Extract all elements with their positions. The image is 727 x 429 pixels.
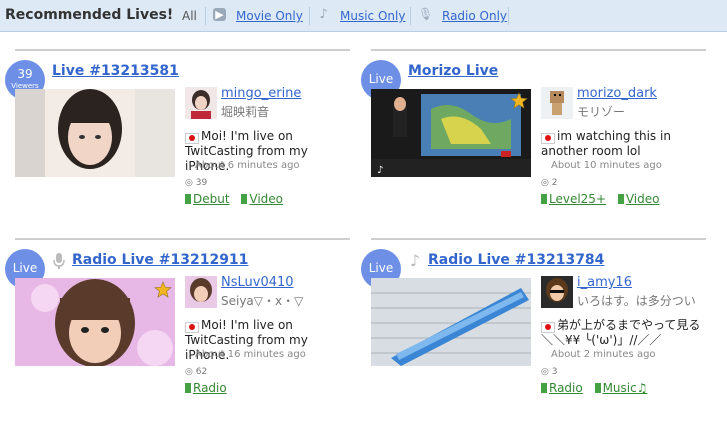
avatar[interactable] [541, 276, 573, 308]
screen-name: Seiya▽・x・▽ [221, 294, 304, 308]
live-thumbnail[interactable]: ♪ [371, 89, 531, 177]
viewer-count-value: 3 [551, 367, 558, 377]
tag-list: Level25+ Video [541, 192, 667, 206]
tag-list: Debut Video [185, 192, 291, 206]
timestamp: About 16 minutes ago [195, 349, 306, 360]
timestamp: About 6 minutes ago [195, 160, 300, 171]
badge-label: Live [12, 261, 38, 275]
tag-label: Video [625, 192, 660, 206]
star-icon [154, 281, 172, 298]
live-title-link[interactable]: Radio Live #13213784 [428, 252, 604, 268]
avatar[interactable] [541, 87, 573, 119]
bookmark-icon [541, 194, 547, 204]
live-title-link[interactable]: Live #13213581 [52, 63, 179, 79]
card-divider [371, 238, 706, 240]
timestamp: About 2 minutes ago [551, 349, 656, 360]
svg-text:♪: ♪ [377, 165, 383, 176]
viewer-count: ◎ 3 [541, 367, 557, 377]
movie-icon: ▶ [213, 8, 226, 21]
tag-link[interactable]: Video [617, 192, 660, 206]
tag-label: Radio [549, 381, 583, 395]
star-icon [510, 92, 528, 109]
viewers-icon: ◎ [185, 367, 196, 377]
viewers-icon: ◎ [541, 178, 552, 188]
username-link[interactable]: morizo_dark [577, 86, 657, 101]
live-card: Live Radio Live #13212911 NsLuv0410 Seiy… [5, 238, 350, 418]
tag-link[interactable]: Video [241, 192, 283, 206]
tag-link[interactable]: Music♫ [594, 381, 648, 395]
viewer-count-value: 39 [195, 178, 208, 188]
screen-name: モリゾー [577, 105, 626, 119]
tag-link[interactable]: Radio [185, 381, 227, 395]
live-title-link[interactable]: Morizo Live [408, 63, 498, 79]
viewer-count: ◎ 62 [185, 367, 207, 377]
live-card: Live ♪ Radio Live #13213784 i_amy16 いろはす… [361, 238, 706, 418]
tab-divider [205, 7, 206, 25]
tag-link[interactable]: Level25+ [541, 192, 606, 206]
viewer-count-value: 62 [195, 367, 208, 377]
badge-number: 39 [17, 67, 33, 81]
bookmark-icon [617, 194, 624, 204]
screen-name: いろはす。は多分つい [577, 294, 696, 308]
tab-radio-only[interactable]: Radio Only [442, 9, 507, 23]
tag-label: Video [249, 192, 284, 206]
bookmark-icon [541, 383, 547, 393]
username-link[interactable]: NsLuv0410 [221, 275, 294, 290]
tag-list: Radio [185, 381, 235, 395]
avatar[interactable] [185, 87, 217, 119]
bookmark-icon [241, 194, 248, 204]
tag-label: Debut [193, 192, 230, 206]
card-divider [15, 238, 350, 240]
bookmark-icon [185, 383, 191, 393]
username-link[interactable]: mingo_erine [221, 86, 301, 101]
viewer-count: ◎ 2 [541, 178, 557, 188]
card-divider [371, 49, 706, 51]
music-note-icon: ♪ [409, 251, 421, 270]
tab-divider [309, 7, 310, 25]
page-title: Recommended Lives! [5, 7, 174, 23]
microphone-icon [52, 252, 66, 270]
tag-label: Radio [193, 381, 227, 395]
tag-link[interactable]: Debut [185, 192, 230, 206]
live-thumbnail[interactable] [371, 278, 531, 366]
tag-label: Level25+ [549, 192, 606, 206]
live-message: 弟が上がるまでやって見る＼＼¥¥ ╰('ω')」//／／ [541, 318, 701, 347]
timestamp: About 10 minutes ago [551, 160, 662, 171]
header-bar: Recommended Lives! All ▶ Movie Only ♪ Mu… [0, 0, 727, 32]
tab-divider [508, 7, 509, 25]
bookmark-icon [185, 194, 191, 204]
viewer-count: ◎ 39 [185, 178, 207, 188]
live-card: Live Morizo Live ♪ morizo_dark モリゾー im w… [361, 49, 706, 229]
live-thumbnail[interactable] [15, 89, 175, 177]
bookmark-icon [594, 383, 601, 393]
username-link[interactable]: i_amy16 [577, 275, 632, 290]
viewers-icon: ◎ [541, 367, 552, 377]
live-card: 39 Viewers Live #13213581 mingo_erine 堀映… [5, 49, 350, 229]
tag-label: Music♫ [602, 381, 648, 395]
tab-movie-only[interactable]: Movie Only [236, 9, 303, 23]
badge-label: Live [368, 72, 394, 86]
tab-divider [410, 7, 411, 25]
badge-label: Live [368, 261, 394, 275]
avatar[interactable] [185, 276, 217, 308]
live-title-link[interactable]: Radio Live #13212911 [72, 252, 248, 268]
live-thumbnail[interactable] [15, 278, 175, 366]
viewer-count-value: 2 [551, 178, 558, 188]
viewers-icon: ◎ [185, 178, 196, 188]
live-message: im watching this in another room lol [541, 129, 671, 158]
tab-all[interactable]: All [182, 9, 197, 23]
music-note-icon: ♪ [319, 7, 328, 22]
tab-music-only[interactable]: Music Only [340, 9, 405, 23]
screen-name: 堀映莉音 [221, 105, 270, 119]
card-divider [15, 49, 350, 51]
tag-list: Radio Music♫ [541, 381, 655, 395]
microphone-icon: 🎙︎ [418, 7, 434, 21]
tag-link[interactable]: Radio [541, 381, 583, 395]
